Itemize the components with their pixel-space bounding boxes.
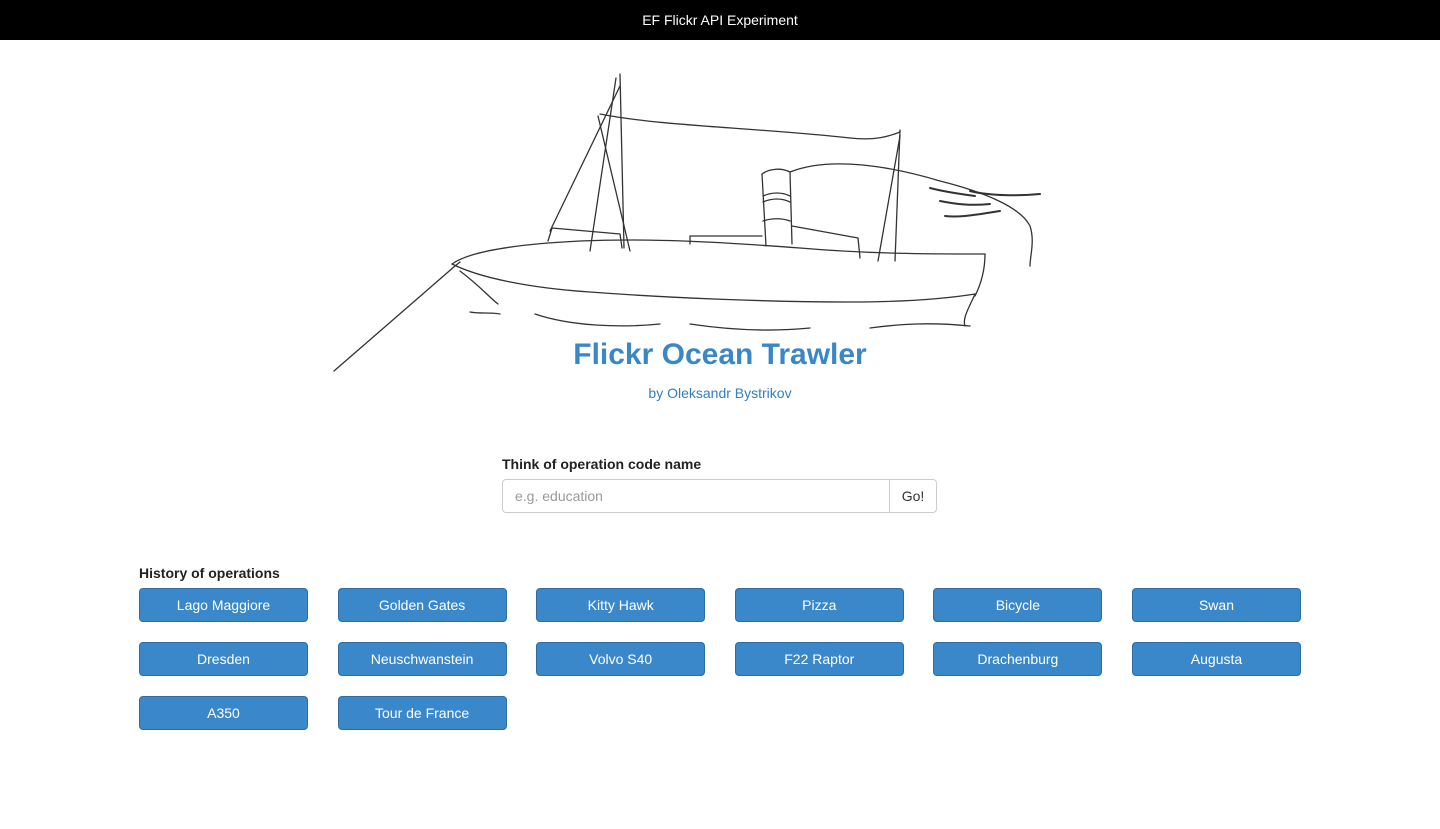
app-title: EF Flickr API Experiment [642,12,798,28]
go-button[interactable]: Go! [889,479,937,513]
history-item-button[interactable]: A350 [139,696,308,730]
top-navbar: EF Flickr API Experiment [0,0,1440,40]
operation-name-label: Think of operation code name [502,456,702,472]
history-item-button[interactable]: Neuschwanstein [337,642,507,676]
history-item-button[interactable]: Golden Gates [337,588,507,622]
history-item-button[interactable]: Drachenburg [933,642,1103,676]
operation-name-input[interactable] [502,479,889,513]
history-item-button[interactable]: Kitty Hawk [536,588,706,622]
history-item-button[interactable]: Swan [1131,588,1301,622]
author-byline: by Oleksandr Bystrikov [648,385,792,401]
history-item-button[interactable]: F22 Raptor [734,642,904,676]
history-item-button[interactable]: Tour de France [337,696,507,730]
history-item-button[interactable]: Volvo S40 [536,642,706,676]
history-item-button[interactable]: Bicycle [933,588,1103,622]
history-list: Lago Maggiore Golden Gates Kitty Hawk Pi… [139,588,1309,730]
history-item-button[interactable]: Dresden [139,642,308,676]
operation-input-group: Go! [502,479,937,513]
history-item-button[interactable]: Pizza [734,588,904,622]
page-title: Flickr Ocean Trawler [573,338,867,371]
history-heading: History of operations [139,565,280,581]
trawler-sketch-image [330,66,1110,376]
history-item-button[interactable]: Augusta [1131,642,1301,676]
history-item-button[interactable]: Lago Maggiore [139,588,308,622]
